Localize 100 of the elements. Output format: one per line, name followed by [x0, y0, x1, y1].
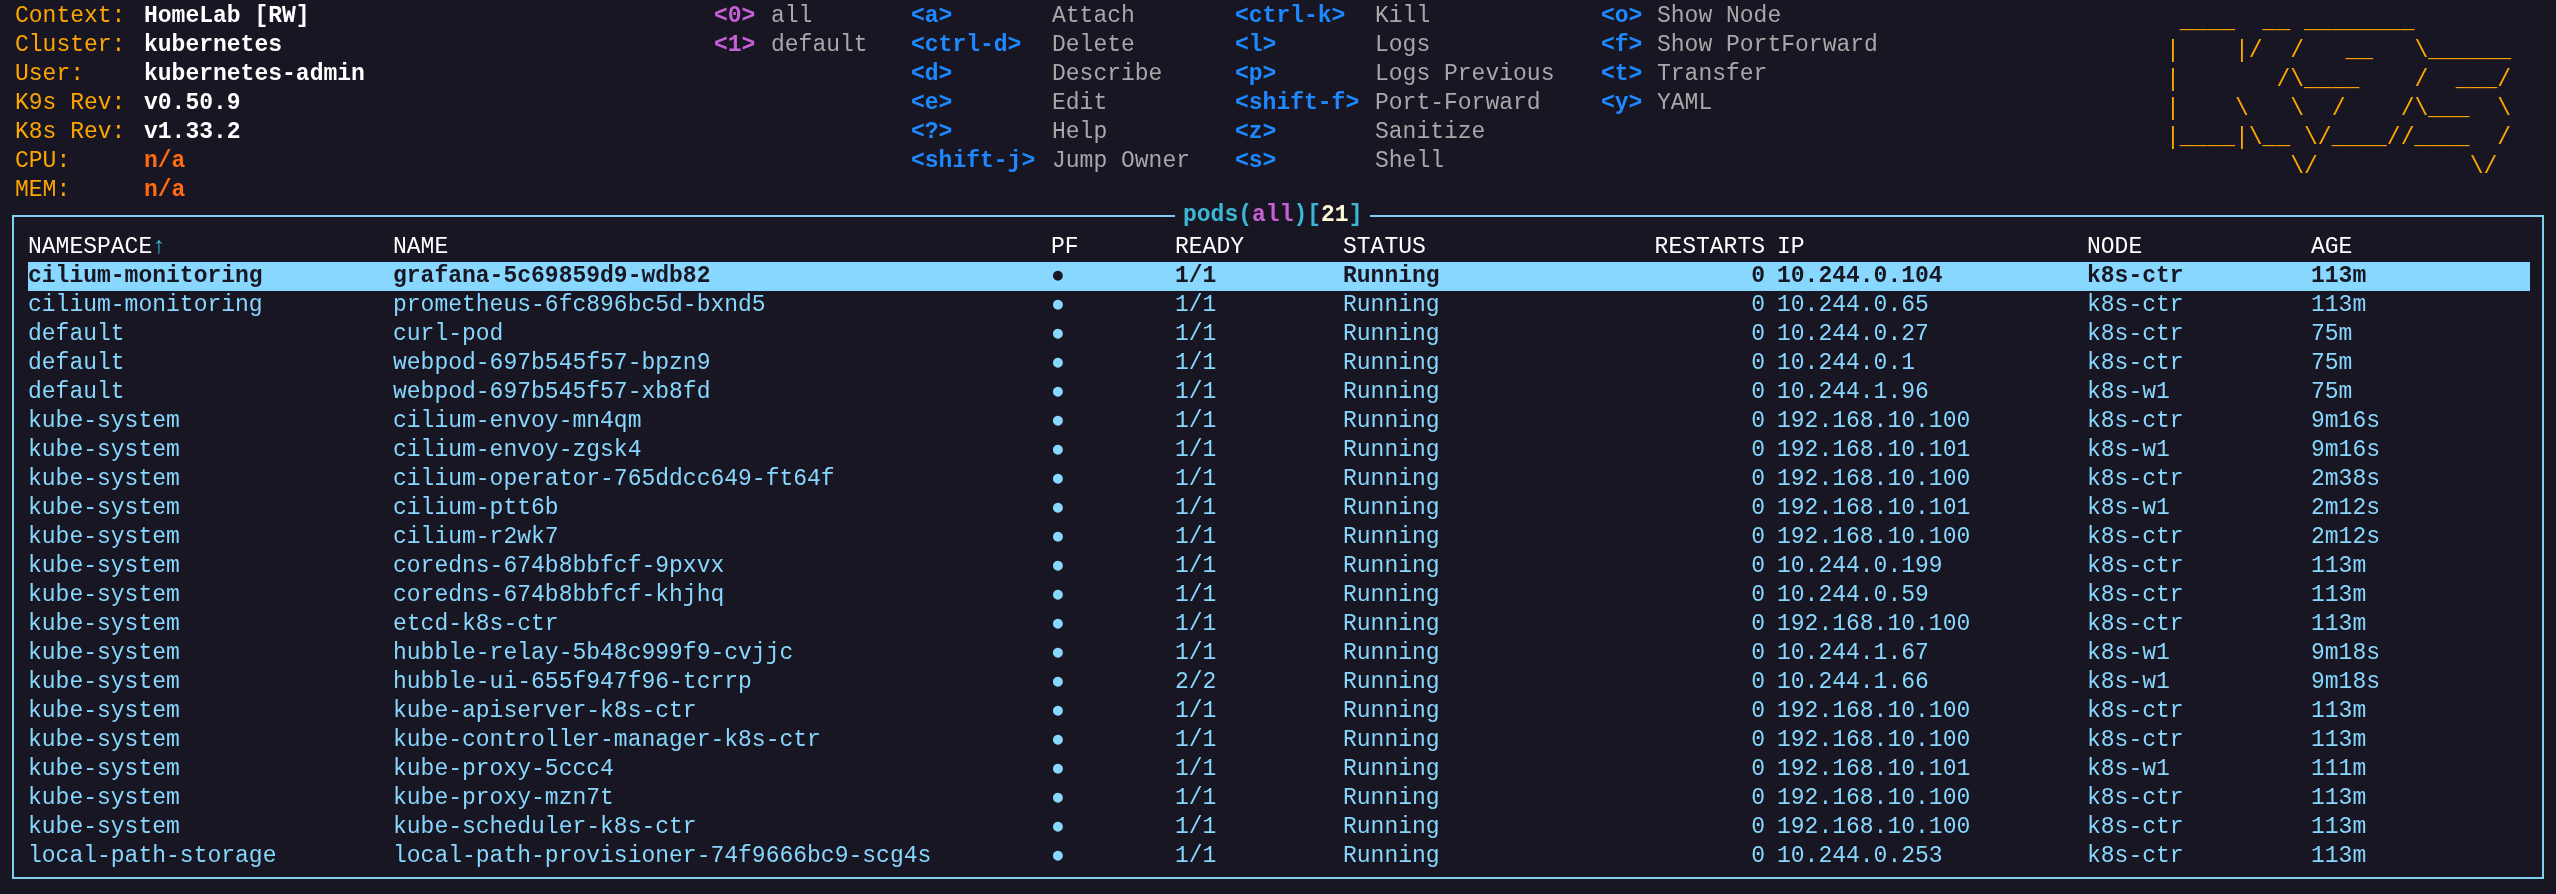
info-value: HomeLab [RW]	[144, 2, 310, 31]
restarts-cell-text: 0	[1750, 813, 1765, 842]
ip-cell-text: 192.168.10.100	[1776, 697, 1972, 726]
ready-cell-text: 1/1	[1175, 262, 1218, 291]
age-cell-text: 113m	[2311, 581, 2368, 610]
table-row[interactable]: local-path-storage local-path-provisioner-74f9666bc9-scg4s ● 1/1 Running 0 10.244.0.253 k8s-ctr 113m	[28, 842, 2530, 871]
shortcut-key: <1>	[714, 31, 771, 60]
column-header[interactable]: IP	[1765, 233, 2087, 262]
ready-cell-text: 1/1	[1175, 552, 1218, 581]
ip-cell-text: 192.168.10.100	[1776, 523, 1972, 552]
restarts-cell-text: 0	[1750, 523, 1765, 552]
ready-cell-text: 1/1	[1175, 697, 1218, 726]
status-cell-text: Running	[1343, 784, 1441, 813]
namespace-cell-text: kube-system	[28, 639, 181, 668]
node-cell-text: k8s-ctr	[2087, 262, 2185, 291]
column-header[interactable]: READY	[1175, 233, 1343, 262]
name-cell-text: kube-controller-manager-k8s-ctr	[393, 726, 822, 755]
column-header[interactable]: NAME	[393, 233, 1051, 262]
status-cell-text: Running	[1343, 813, 1441, 842]
namespace-cell-text: kube-system	[28, 581, 181, 610]
status-cell-text: Running	[1343, 755, 1441, 784]
table-row[interactable]: kube-system cilium-ptt6b ● 1/1 Running 0 192.168.10.101 k8s-w1 2m12s	[28, 494, 2530, 523]
restarts-cell-text: 0	[1750, 755, 1765, 784]
table-row[interactable]: kube-system hubble-relay-5b48c999f9-cvjjc ● 1/1 Running 0 10.244.1.67 k8s-w1 9m18s	[28, 639, 2530, 668]
shortcut-key: <e>	[911, 89, 1052, 118]
ready-cell-text: 1/1	[1175, 291, 1218, 320]
ip-cell-text: 10.244.1.66	[1776, 668, 1930, 697]
port-forward-dot: ●	[1051, 291, 1066, 320]
column-header[interactable]: PF	[1051, 233, 1175, 262]
age-cell-text: 9m18s	[2311, 668, 2381, 697]
status-cell-text: Running	[1343, 407, 1441, 436]
restarts-cell-text: 0	[1750, 494, 1765, 523]
port-forward-dot: ●	[1051, 726, 1066, 755]
age-cell-text: 113m	[2311, 291, 2368, 320]
restarts-cell-text: 0	[1750, 465, 1765, 494]
column-header[interactable]: STATUS	[1343, 233, 1640, 262]
name-cell-text: kube-apiserver-k8s-ctr	[393, 697, 698, 726]
status-cell-text: Running	[1343, 436, 1441, 465]
table-row[interactable]: kube-system cilium-operator-765ddcc649-ft64f ● 1/1 Running 0 192.168.10.100 k8s-ctr 2m38s	[28, 465, 2530, 494]
action-label: Help	[1052, 118, 1108, 147]
table-row[interactable]: kube-system cilium-envoy-mn4qm ● 1/1 Running 0 192.168.10.100 k8s-ctr 9m16s	[28, 407, 2530, 436]
shortcut-key: <t>	[1601, 60, 1657, 89]
table-row[interactable]: default webpod-697b545f57-xb8fd ● 1/1 Running 0 10.244.1.96 k8s-w1 75m	[28, 378, 2530, 407]
table-row[interactable]: default curl-pod ● 1/1 Running 0 10.244.0.27 k8s-ctr 75m	[28, 320, 2530, 349]
age-cell-text: 2m12s	[2311, 494, 2381, 523]
table-row[interactable]: cilium-monitoring prometheus-6fc896bc5d-bxnd5 ● 1/1 Running 0 10.244.0.65 k8s-ctr 113m	[28, 291, 2530, 320]
status-cell-text: Running	[1343, 581, 1441, 610]
action-label: Jump Owner	[1052, 147, 1191, 176]
age-cell-text: 9m16s	[2311, 407, 2381, 436]
port-forward-dot: ●	[1051, 494, 1066, 523]
age-cell-text: 113m	[2311, 842, 2368, 871]
age-cell-text: 2m38s	[2311, 465, 2381, 494]
name-cell-text: cilium-envoy-zgsk4	[393, 436, 643, 465]
table-row[interactable]: kube-system coredns-674b8bbfcf-9pxvx ● 1/1 Running 0 10.244.0.199 k8s-ctr 113m	[28, 552, 2530, 581]
table-row[interactable]: kube-system kube-proxy-mzn7t ● 1/1 Running 0 192.168.10.100 k8s-ctr 113m	[28, 784, 2530, 813]
table-row[interactable]: kube-system cilium-r2wk7 ● 1/1 Running 0 192.168.10.100 k8s-ctr 2m12s	[28, 523, 2530, 552]
name-cell-text: kube-scheduler-k8s-ctr	[393, 813, 698, 842]
name-cell-text: cilium-ptt6b	[393, 494, 560, 523]
column-header[interactable]: RESTARTS	[1640, 233, 1765, 262]
ip-cell-text: 192.168.10.100	[1776, 813, 1972, 842]
restarts-cell-text: 0	[1750, 639, 1765, 668]
table-row[interactable]: cilium-monitoring grafana-5c69859d9-wdb82 ● 1/1 Running 0 10.244.0.104 k8s-ctr 113m	[28, 262, 2530, 291]
table-row[interactable]: default webpod-697b545f57-bpzn9 ● 1/1 Running 0 10.244.0.1 k8s-ctr 75m	[28, 349, 2530, 378]
table-row[interactable]: kube-system etcd-k8s-ctr ● 1/1 Running 0 192.168.10.100 k8s-ctr 113m	[28, 610, 2530, 639]
column-header[interactable]: NODE	[2087, 233, 2311, 262]
table-row[interactable]: kube-system kube-controller-manager-k8s-ctr ● 1/1 Running 0 192.168.10.100 k8s-ctr 113m	[28, 726, 2530, 755]
ready-cell-text: 1/1	[1175, 349, 1218, 378]
name-cell-text: kube-proxy-mzn7t	[393, 784, 615, 813]
namespace-cell-text: kube-system	[28, 668, 181, 697]
status-cell-text: Running	[1343, 320, 1441, 349]
ready-cell-text: 1/1	[1175, 639, 1218, 668]
table-row[interactable]: kube-system coredns-674b8bbfcf-khjhq ● 1/1 Running 0 10.244.0.59 k8s-ctr 113m	[28, 581, 2530, 610]
column-header[interactable]: NAMESPACE↑	[28, 233, 393, 262]
name-cell-text: local-path-provisioner-74f9666bc9-scg4s	[393, 842, 933, 871]
node-cell-text: k8s-ctr	[2087, 610, 2185, 639]
table-row[interactable]: kube-system kube-proxy-5ccc4 ● 1/1 Running 0 192.168.10.101 k8s-w1 111m	[28, 755, 2530, 784]
ip-cell-text: 192.168.10.101	[1776, 494, 1972, 523]
name-cell-text: coredns-674b8bbfcf-khjhq	[393, 581, 726, 610]
ip-cell-text: 192.168.10.100	[1776, 407, 1972, 436]
restarts-cell-text: 0	[1750, 349, 1765, 378]
table-row[interactable]: kube-system hubble-ui-655f947f96-tcrrp ● 2/2 Running 0 10.244.1.66 k8s-w1 9m18s	[28, 668, 2530, 697]
shortcut-key: <0>	[714, 2, 771, 31]
shortcut-key: <a>	[911, 2, 1052, 31]
info-label: MEM:	[15, 176, 72, 205]
column-header[interactable]: AGE	[2311, 233, 2461, 262]
action-label: Shell	[1375, 147, 1444, 176]
ip-cell-text: 10.244.0.1	[1776, 349, 1917, 378]
table-row[interactable]: kube-system kube-apiserver-k8s-ctr ● 1/1 Running 0 192.168.10.100 k8s-ctr 113m	[28, 697, 2530, 726]
age-cell-text: 113m	[2311, 262, 2368, 291]
restarts-cell-text: 0	[1750, 262, 1765, 291]
node-cell-text: k8s-ctr	[2087, 581, 2185, 610]
node-cell-text: k8s-ctr	[2087, 291, 2185, 320]
action-label: Kill	[1375, 2, 1431, 31]
table-row[interactable]: kube-system cilium-envoy-zgsk4 ● 1/1 Running 0 192.168.10.101 k8s-w1 9m16s	[28, 436, 2530, 465]
restarts-cell-text: 0	[1750, 581, 1765, 610]
port-forward-dot: ●	[1051, 436, 1066, 465]
name-cell-text: hubble-relay-5b48c999f9-cvjjc	[393, 639, 795, 668]
port-forward-dot: ●	[1051, 842, 1066, 871]
status-cell-text: Running	[1343, 291, 1441, 320]
table-row[interactable]: kube-system kube-scheduler-k8s-ctr ● 1/1 Running 0 192.168.10.100 k8s-ctr 113m	[28, 813, 2530, 842]
